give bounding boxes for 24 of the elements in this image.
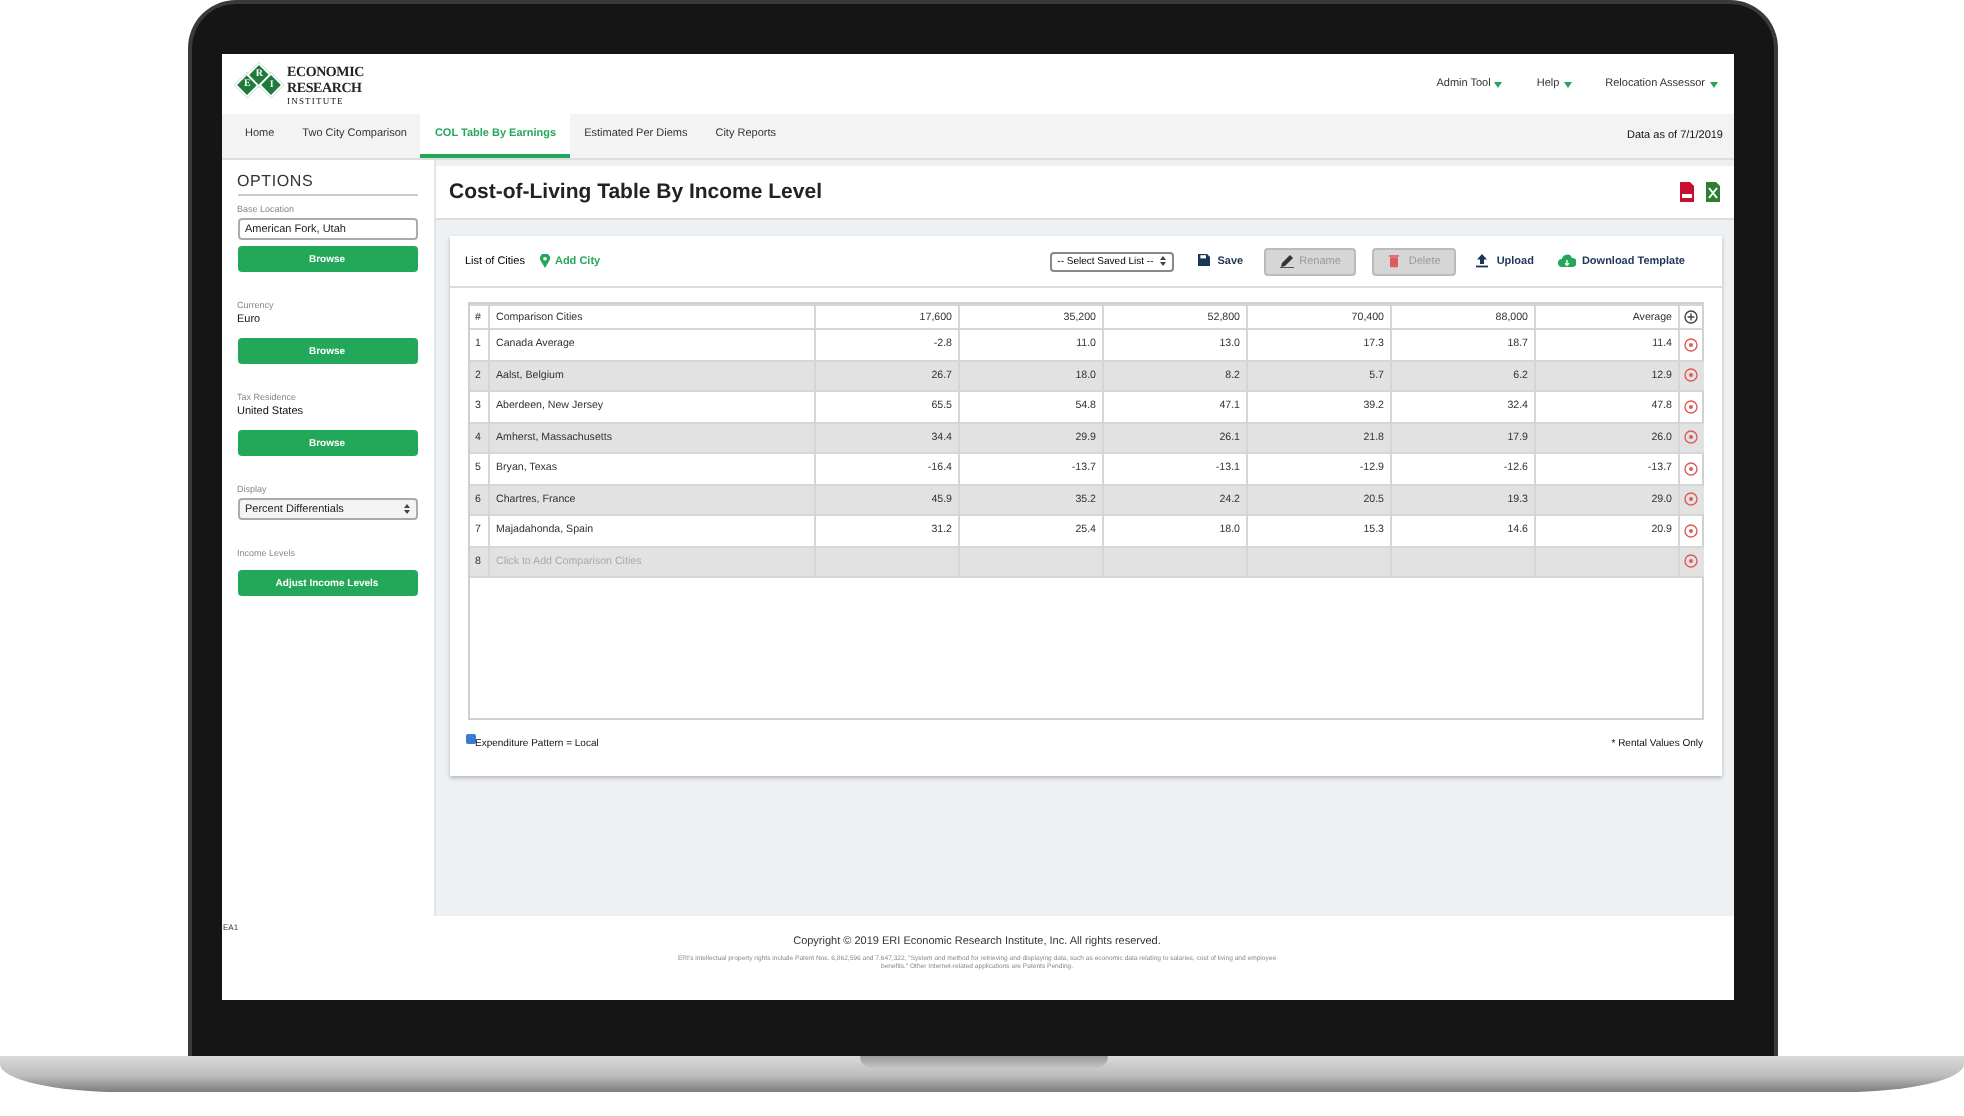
- caret-icon: [1709, 81, 1717, 87]
- spreadsheet-file-icon[interactable]: [1705, 182, 1719, 202]
- remove-circle-icon[interactable]: [1684, 461, 1699, 476]
- add-circle-icon[interactable]: [1684, 310, 1699, 324]
- pdf-file-icon[interactable]: [1679, 182, 1693, 202]
- remove-circle-icon[interactable]: [1684, 399, 1699, 414]
- remove-circle-icon[interactable]: [1684, 554, 1699, 569]
- save-icon: [1197, 254, 1212, 268]
- cloud-download-icon: [1557, 254, 1576, 268]
- sort-icon: [403, 504, 409, 514]
- trash-icon: [1388, 254, 1403, 268]
- remove-circle-icon[interactable]: [1684, 492, 1699, 507]
- page-title: Cost-of-Living Table By Income Level: [449, 180, 822, 204]
- remove-circle-icon[interactable]: [1684, 337, 1699, 352]
- map-pin-icon: [540, 254, 551, 268]
- upload-icon: [1476, 254, 1491, 268]
- sidebar-heading: OPTIONS: [237, 172, 417, 196]
- remove-circle-icon[interactable]: [1684, 430, 1699, 445]
- sort-icon: [1159, 256, 1166, 266]
- remove-circle-icon[interactable]: [1684, 523, 1699, 538]
- pencil-icon: [1279, 254, 1294, 268]
- caret-icon: [1494, 81, 1503, 87]
- remove-circle-icon[interactable]: [1684, 368, 1699, 383]
- caret-icon: [1563, 81, 1572, 87]
